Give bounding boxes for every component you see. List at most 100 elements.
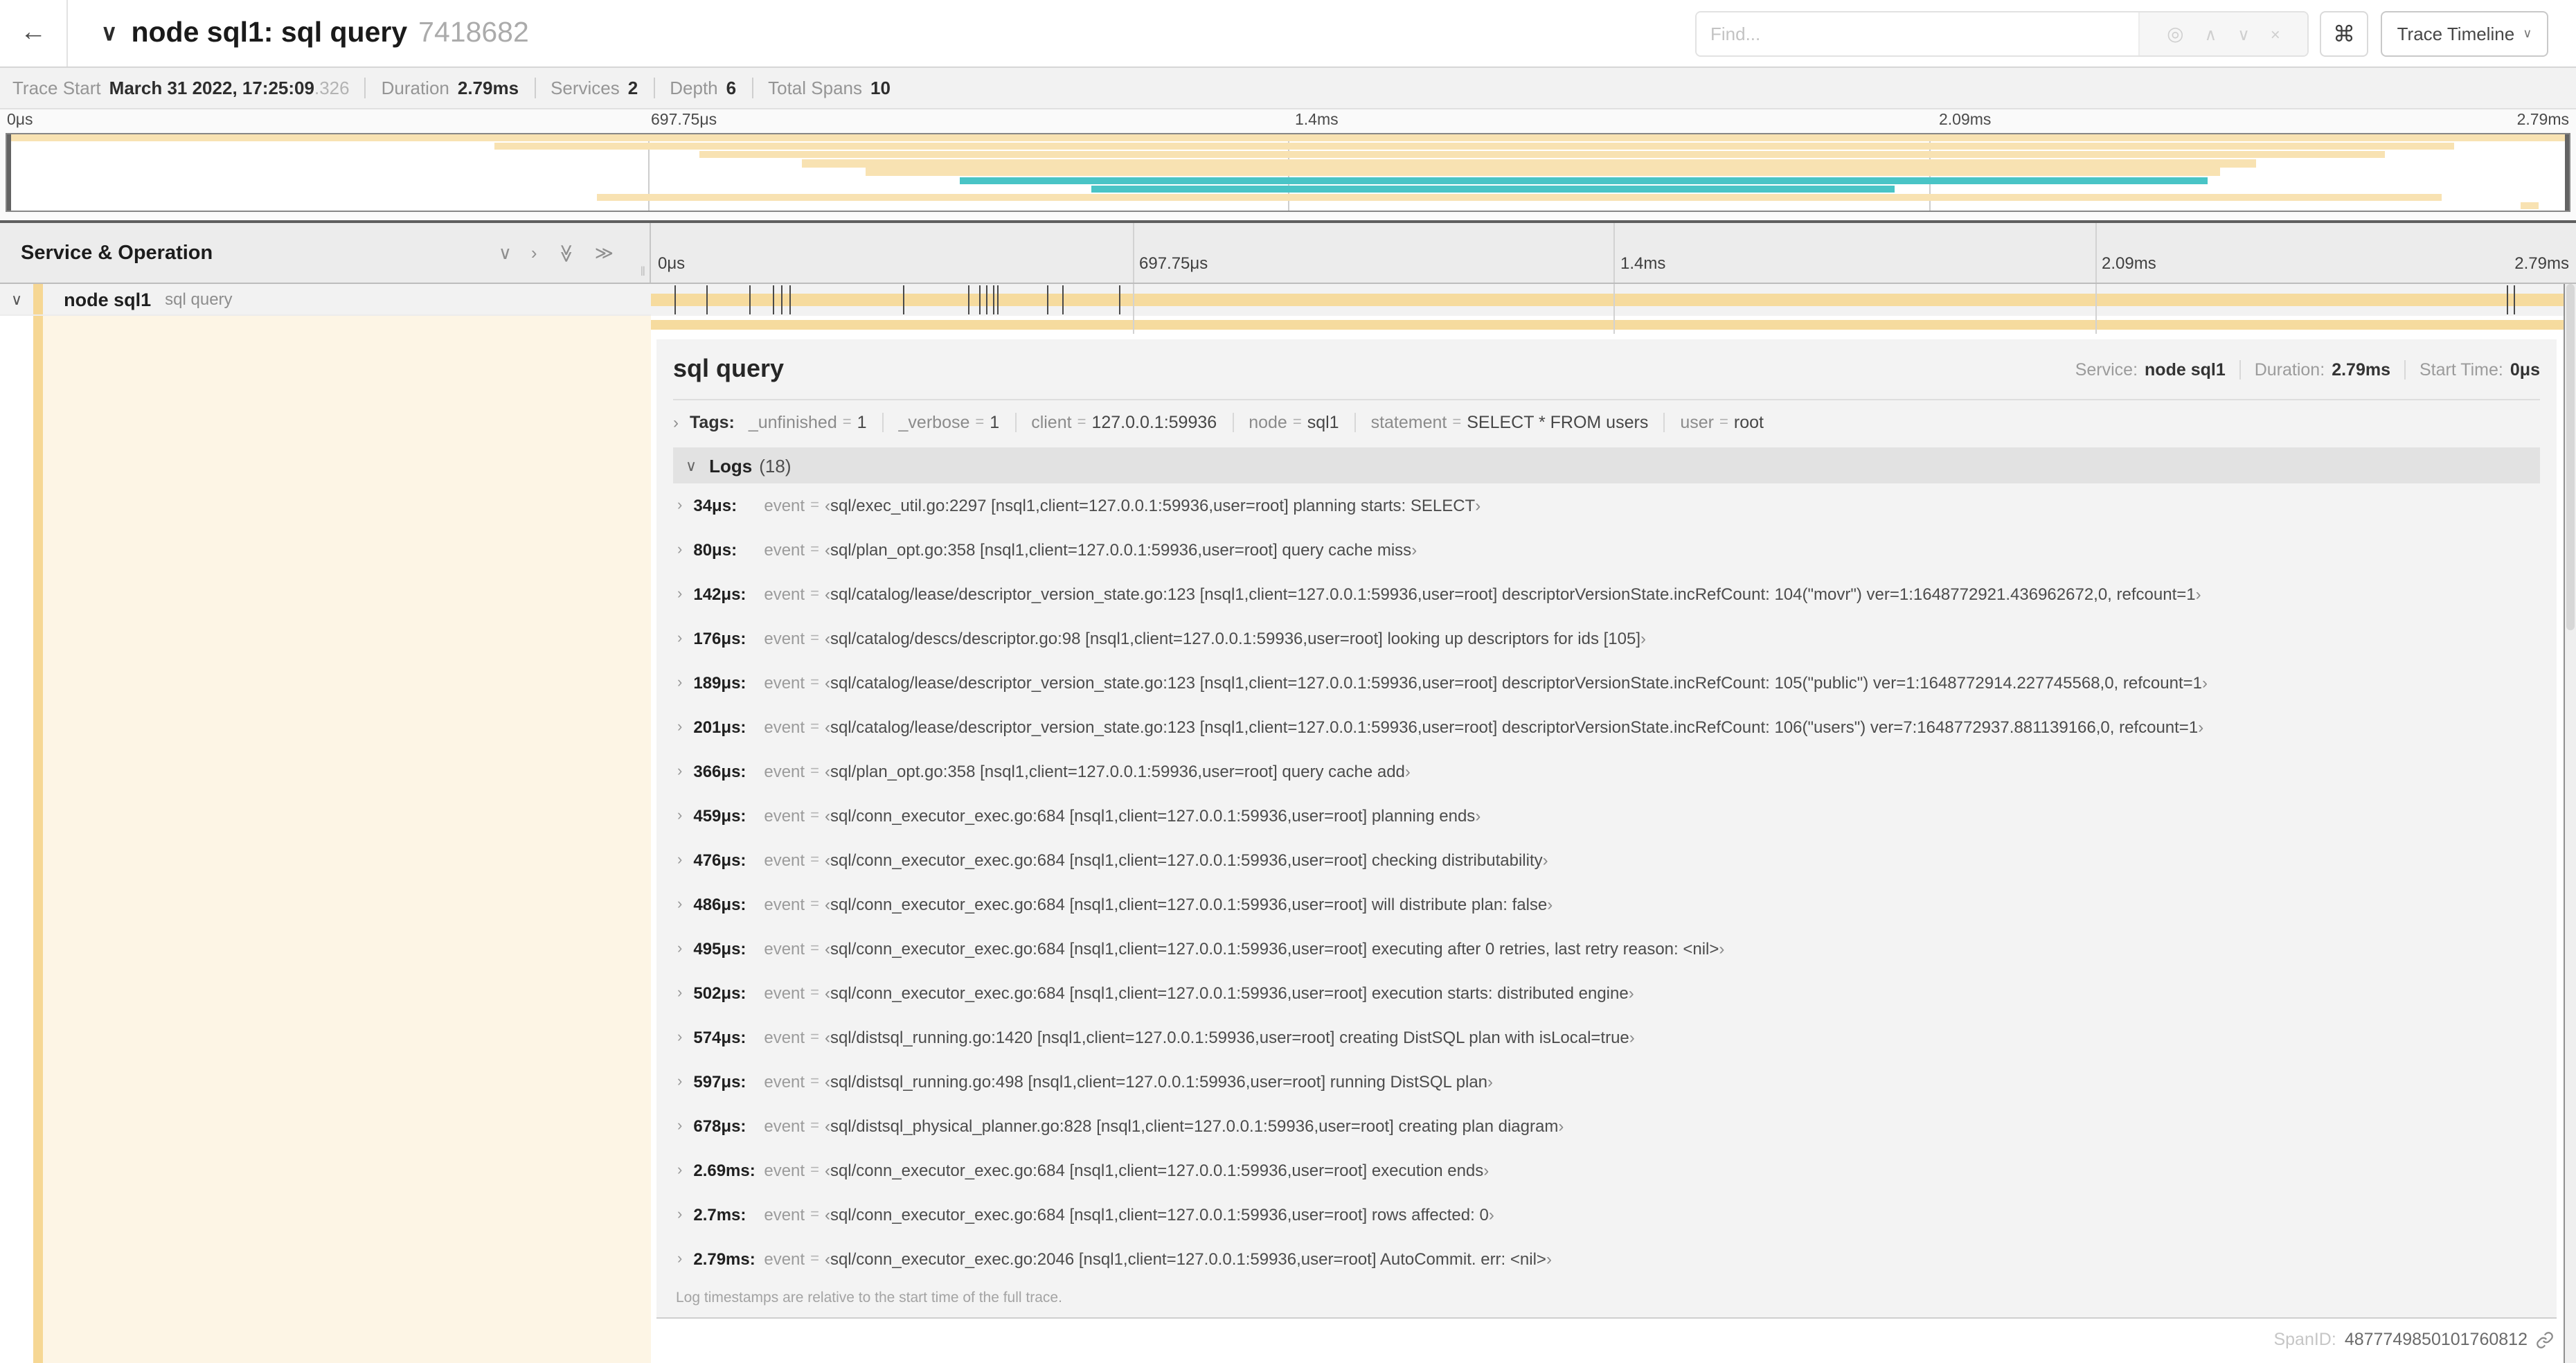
link-icon[interactable] <box>2536 1330 2554 1348</box>
chevron-down-icon: ∨ <box>2523 26 2532 40</box>
tag-key: _verbose <box>898 413 970 432</box>
log-timestamp: 495μs: <box>693 939 746 959</box>
span-stat-value: 2.79ms <box>2332 359 2390 379</box>
tag-item: _verbose = 1 <box>882 413 999 432</box>
prev-result-icon[interactable]: ∧ <box>2205 24 2217 44</box>
summary-item-value: 2.79ms <box>457 78 519 98</box>
log-row[interactable]: › 2.79ms: event = ‹sql/conn_executor_exec.go… <box>673 1237 2540 1281</box>
summary-item-label: Depth <box>670 78 718 98</box>
equals-sign: = <box>975 414 985 431</box>
log-event-label: event <box>764 1028 805 1047</box>
log-timestamp: 678μs: <box>693 1116 746 1136</box>
log-message-text: sql/conn_executor_exec.go:684 [nsql1,cli… <box>830 1205 1489 1224</box>
tags-row[interactable]: › Tags: _unfinished = 1 _verbose = 1 client = 12… <box>673 403 2540 442</box>
timeline-gridline <box>2095 223 2096 283</box>
column-resize-grip[interactable]: ‖ <box>641 265 645 278</box>
minimap-right-handle[interactable] <box>2565 134 2569 211</box>
chevron-right-icon: › <box>677 1162 683 1179</box>
log-event-tick <box>1046 285 1048 314</box>
log-row[interactable]: › 495μs: event = ‹sql/conn_executor_exec.go:… <box>673 927 2540 971</box>
log-row[interactable]: › 597μs: event = ‹sql/distsql_running.go:498… <box>673 1060 2540 1104</box>
log-event-tick <box>997 285 999 314</box>
log-row[interactable]: › 34μs: event = ‹sql/exec_util.go:2297 [nsql… <box>673 483 2540 528</box>
equals-sign: = <box>810 586 819 603</box>
trace-collapse-icon[interactable]: ∨ <box>101 19 117 47</box>
close-bracket: › <box>1640 629 1646 648</box>
summary-item: Duration 2.79ms <box>364 78 519 98</box>
log-message: ‹sql/exec_util.go:2297 [nsql1,client=127… <box>825 496 1481 515</box>
span-row-name-cell[interactable]: ∨ node sql1 sql query <box>0 284 651 316</box>
equals-sign: = <box>810 497 819 514</box>
log-row[interactable]: › 142μs: event = ‹sql/catalog/lease/descript… <box>673 572 2540 616</box>
log-row[interactable]: › 189μs: event = ‹sql/catalog/lease/descript… <box>673 661 2540 705</box>
log-timestamp: 201μs: <box>693 718 746 737</box>
summary-item-suffix: .326 <box>314 78 350 98</box>
spanid-row: SpanID: 4877749850101760812 <box>2273 1321 2554 1357</box>
span-detail-stats: Service: node sql1 Duration: 2.79ms Start Ti… <box>2075 359 2540 379</box>
vertical-scrollbar[interactable] <box>2564 284 2576 1363</box>
trace-id: 7418682 <box>418 17 529 48</box>
log-row[interactable]: › 2.7ms: event = ‹sql/conn_executor_exec.go:… <box>673 1193 2540 1237</box>
minimap-span-bar <box>1091 185 1895 193</box>
logs-header[interactable]: ∨ Logs (18) <box>673 447 2540 483</box>
next-result-icon[interactable]: ∨ <box>2237 24 2250 44</box>
command-icon: ⌘ <box>2333 23 2355 46</box>
child-span-row[interactable] <box>651 316 2576 334</box>
log-event-label: event <box>764 1161 805 1180</box>
chevron-down-icon[interactable]: ∨ <box>11 290 22 308</box>
close-bracket: › <box>1475 496 1481 515</box>
log-row[interactable]: › 574μs: event = ‹sql/distsql_running.go:142… <box>673 1015 2540 1060</box>
minimap-left-handle[interactable] <box>7 134 11 211</box>
expand-one-icon[interactable]: › <box>531 242 537 264</box>
equals-sign: = <box>810 542 819 558</box>
close-bracket: › <box>2198 718 2204 737</box>
log-message: ‹sql/conn_executor_exec.go:684 [nsql1,cl… <box>825 1161 1489 1180</box>
log-message: ‹sql/conn_executor_exec.go:684 [nsql1,cl… <box>825 983 1634 1003</box>
collapse-controls: ∨ › ≫ ≫ <box>499 242 614 264</box>
log-message-text: sql/conn_executor_exec.go:684 [nsql1,cli… <box>830 983 1629 1003</box>
log-row[interactable]: › 502μs: event = ‹sql/conn_executor_exec.go:… <box>673 971 2540 1015</box>
log-row[interactable]: › 2.69ms: event = ‹sql/conn_executor_exec.go… <box>673 1148 2540 1193</box>
trace-header: ← ∨ node sql1: sql query 7418682 ◎ ∧ ∨ ×… <box>0 0 2576 68</box>
minimap-span-bar <box>960 177 2208 184</box>
chevron-right-icon: › <box>677 630 683 647</box>
axis-tick-label: 0μs <box>658 253 686 273</box>
summary-item-label: Trace Start <box>12 78 101 98</box>
page-title: node sql1: sql query <box>131 17 408 48</box>
log-row[interactable]: › 476μs: event = ‹sql/conn_executor_exec.go:… <box>673 838 2540 882</box>
keyboard-shortcuts-button[interactable]: ⌘ <box>2320 11 2368 57</box>
equals-sign: = <box>1452 414 1462 431</box>
collapse-all-icon[interactable]: ∨ <box>499 242 512 264</box>
back-button[interactable]: ← <box>0 0 68 66</box>
tag-value: 1 <box>857 413 867 432</box>
equals-sign: = <box>810 1074 819 1090</box>
log-message: ‹sql/catalog/lease/descriptor_version_st… <box>825 673 2208 693</box>
log-timestamp: 502μs: <box>693 983 746 1003</box>
log-row[interactable]: › 459μs: event = ‹sql/conn_executor_exec.go:… <box>673 794 2540 838</box>
scrollbar-thumb[interactable] <box>2566 284 2575 630</box>
log-row[interactable]: › 201μs: event = ‹sql/catalog/lease/descript… <box>673 705 2540 749</box>
locate-icon[interactable]: ◎ <box>2167 22 2183 46</box>
close-bracket: › <box>1483 1161 1490 1180</box>
equals-sign: = <box>810 1206 819 1223</box>
find-input[interactable] <box>1697 12 2138 55</box>
span-row[interactable]: ∨ node sql1 sql query <box>0 284 2576 316</box>
summary-item: Services 2 <box>534 78 638 98</box>
view-selector-button[interactable]: Trace Timeline ∨ <box>2381 11 2548 57</box>
equals-sign: = <box>810 1029 819 1046</box>
span-row-timeline-cell[interactable] <box>651 284 2576 316</box>
log-message-text: sql/conn_executor_exec.go:684 [nsql1,cli… <box>830 1161 1484 1180</box>
collapse-one-icon[interactable]: ≫ <box>555 243 577 262</box>
log-message-text: sql/catalog/lease/descriptor_version_sta… <box>830 673 2202 693</box>
log-row[interactable]: › 176μs: event = ‹sql/catalog/descs/descript… <box>673 616 2540 661</box>
equals-sign: = <box>810 941 819 957</box>
expand-all-icon[interactable]: ≫ <box>595 242 614 264</box>
log-row[interactable]: › 678μs: event = ‹sql/distsql_physical_plann… <box>673 1104 2540 1148</box>
minimap-canvas[interactable] <box>6 133 2570 212</box>
log-message-text: sql/catalog/lease/descriptor_version_sta… <box>830 718 2199 737</box>
log-row[interactable]: › 486μs: event = ‹sql/conn_executor_exec.go:… <box>673 882 2540 927</box>
clear-search-icon[interactable]: × <box>2271 24 2280 44</box>
equals-sign: = <box>1077 414 1086 431</box>
log-row[interactable]: › 366μs: event = ‹sql/plan_opt.go:358 [nsql1… <box>673 749 2540 794</box>
log-row[interactable]: › 80μs: event = ‹sql/plan_opt.go:358 [nsql1,… <box>673 528 2540 572</box>
